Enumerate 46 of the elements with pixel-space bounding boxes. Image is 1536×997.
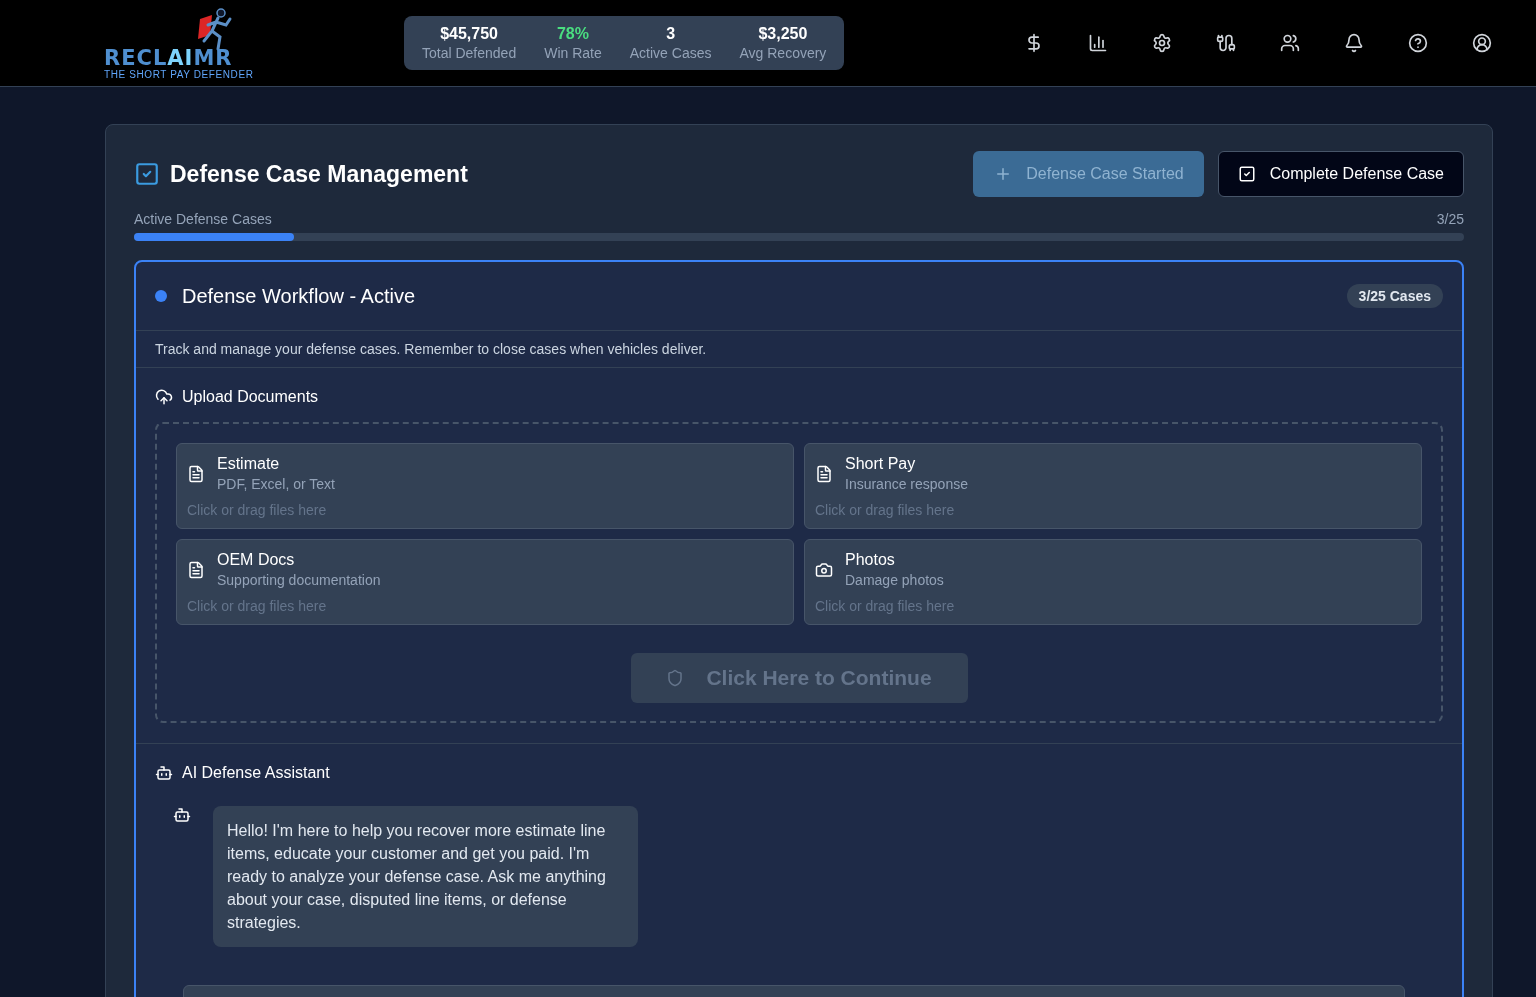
section-title: Upload Documents	[182, 388, 319, 406]
stat-label: Avg Recovery	[739, 45, 827, 61]
settings-button[interactable]	[1152, 33, 1172, 53]
document-icon	[187, 464, 205, 483]
status-dot	[155, 290, 167, 302]
checkbox-icon	[134, 161, 160, 187]
document-icon	[187, 560, 205, 579]
stat-value: 78%	[556, 25, 589, 43]
progress-reading: 3/25	[1436, 211, 1464, 227]
camera-icon	[815, 560, 833, 579]
stat-value: $45,750	[440, 25, 498, 43]
section-title: AI Defense Assistant	[182, 764, 330, 782]
users-button[interactable]	[1280, 33, 1300, 53]
help-button[interactable]	[1408, 33, 1428, 53]
bar-chart-button[interactable]	[1088, 33, 1108, 53]
case-count-badge: 3/25 Cases	[1346, 284, 1443, 308]
chat-message: Hello! I'm here to help you recover more estimate line items, educate your customer and get you paid. I'm ready to analyze your defense case. Ask me anything about your case, disputed line items, or defense strategies.	[213, 806, 638, 947]
slot-subtitle: Damage photos	[845, 572, 944, 588]
slot-title: Estimate	[217, 455, 281, 473]
robot-icon	[173, 806, 191, 824]
account-button[interactable]	[1472, 33, 1492, 53]
slot-subtitle: Insurance response	[845, 476, 968, 492]
workflow-title: Defense Workflow - Active	[182, 284, 416, 308]
stat-label: Win Rate	[544, 45, 602, 61]
logo-tagline: THE SHORT PAY DEFENDER	[104, 68, 254, 80]
robot-icon	[155, 764, 173, 782]
checkbox-icon	[1237, 165, 1256, 183]
stat-label: Active Cases	[629, 45, 712, 61]
slot-title: OEM Docs	[217, 551, 296, 569]
stat-label: Total Defended	[422, 45, 517, 61]
slot-title: Short Pay	[845, 455, 917, 473]
progress-label: Active Defense Cases	[134, 211, 272, 227]
document-icon	[815, 464, 833, 483]
page-title: Defense Case Management	[170, 160, 468, 188]
stat-value: $3,250	[758, 25, 808, 43]
shield-icon	[666, 669, 685, 687]
complete-case-button[interactable]: Complete Defense Case	[1217, 151, 1464, 197]
bell-button[interactable]	[1344, 33, 1364, 53]
stat-value: 3	[666, 25, 676, 43]
cable-button[interactable]	[1216, 33, 1236, 53]
slot-subtitle: Supporting documentation	[217, 572, 381, 588]
slot-title: Photos	[845, 551, 896, 569]
slot-subtitle: PDF, Excel, or Text	[217, 476, 335, 492]
cloud-upload-icon	[155, 388, 173, 406]
logo-wordmark: RECLAIMR	[104, 46, 233, 69]
workflow-description: Track and manage your defense cases. Remember to close cases when vehicles deliver.	[136, 331, 1462, 368]
